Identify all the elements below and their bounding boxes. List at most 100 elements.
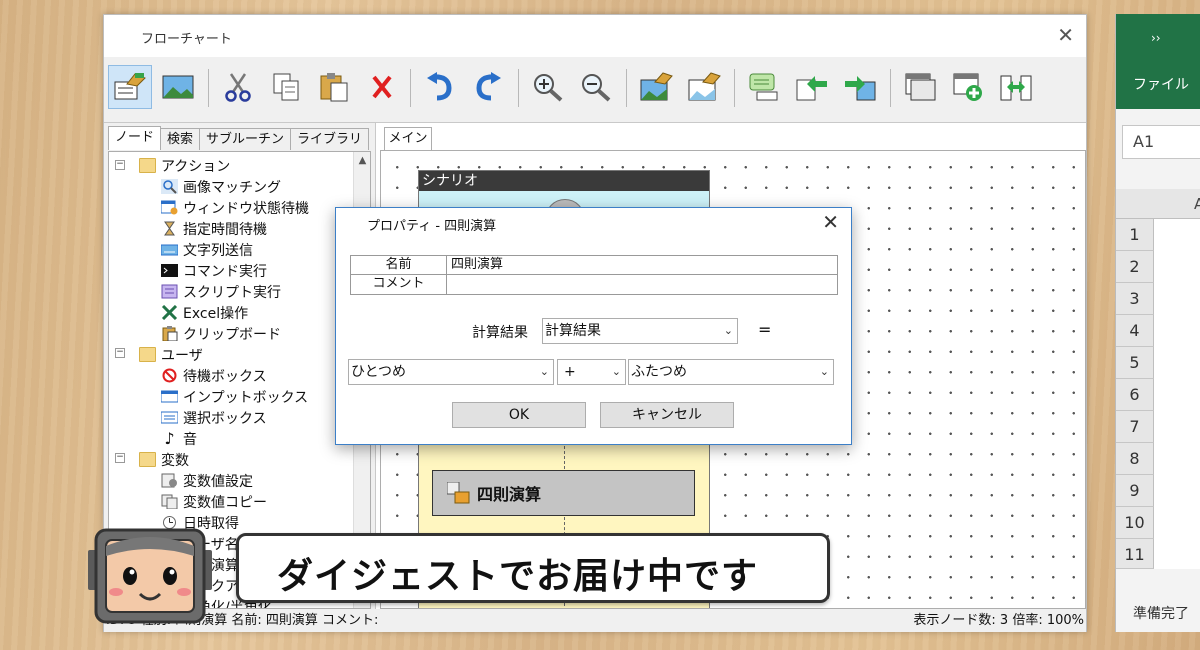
tab-library[interactable]: ライブラリ	[290, 128, 370, 150]
operand2-select[interactable]: ふたつめ ⌄	[628, 359, 834, 385]
namebox[interactable]: A1	[1122, 125, 1200, 159]
tree-item[interactable]: 変数値設定	[161, 470, 253, 491]
expand-icon[interactable]: ››	[1151, 31, 1161, 45]
tab-node[interactable]: ノード	[108, 126, 162, 150]
tree-item[interactable]: インプットボックス	[161, 386, 308, 407]
row-header[interactable]: 1	[1116, 219, 1154, 251]
row-header[interactable]: 9	[1116, 475, 1154, 507]
property-value[interactable]: 四則演算	[451, 256, 503, 274]
select-box-icon	[161, 411, 178, 424]
image-edit-button[interactable]	[682, 65, 726, 109]
zoom-out-icon	[582, 74, 611, 102]
row-header[interactable]: 4	[1116, 315, 1154, 347]
row-header[interactable]: 10	[1116, 507, 1154, 539]
formula-area: A1	[1116, 109, 1200, 189]
scroll-up-icon[interactable]: ▲	[354, 152, 370, 169]
tree-item[interactable]: スクリプト実行	[161, 281, 281, 302]
comment-icon	[749, 73, 778, 101]
import-button[interactable]	[790, 65, 834, 109]
tree-group-action[interactable]: アクション	[139, 155, 230, 176]
row-header[interactable]: 7	[1116, 411, 1154, 443]
sheet-grid[interactable]: A 1 2 3 4 5 6 7 8 9 10 11	[1116, 189, 1200, 569]
window-button[interactable]	[898, 65, 942, 109]
tree-item[interactable]: 文字列送信	[161, 239, 253, 260]
excel-ribbon: ›› ファイル	[1116, 14, 1200, 109]
tree-item-label: 画像マッチング	[183, 179, 281, 196]
cut-icon	[225, 73, 251, 102]
tree-item-label: ウィンドウ状態待機	[183, 200, 309, 217]
tree-group-label: アクション	[161, 158, 231, 175]
export-icon	[845, 76, 876, 101]
node-add-icon	[114, 73, 146, 100]
variable-copy-icon	[161, 494, 178, 509]
tree-group-user[interactable]: ユーザ	[139, 344, 203, 365]
tree-item[interactable]: 待機ボックス	[161, 365, 267, 386]
result-select[interactable]: 計算結果 ⌄	[542, 318, 738, 344]
collapse-icon[interactable]: −	[115, 348, 125, 358]
zoom-in-button[interactable]	[526, 65, 570, 109]
tree-item[interactable]: コマンド実行	[161, 260, 267, 281]
property-row-comment[interactable]: コメント	[351, 275, 837, 294]
operand1-value: ひとつめ	[351, 364, 407, 380]
operand1-select[interactable]: ひとつめ ⌄	[348, 359, 554, 385]
caption-text: ダイジェストでお届け中です	[277, 556, 759, 597]
tree-item[interactable]: 指定時間待機	[161, 218, 267, 239]
row-header[interactable]: 3	[1116, 283, 1154, 315]
chevron-down-icon: ⌄	[539, 365, 549, 378]
operator-select[interactable]: + ⌄	[557, 359, 626, 385]
picture-button[interactable]	[156, 65, 200, 109]
tree-item[interactable]: ウィンドウ状態待機	[161, 197, 309, 218]
swap-button[interactable]	[994, 65, 1038, 109]
node-add-button[interactable]	[108, 65, 152, 109]
zoom-out-button[interactable]	[574, 65, 618, 109]
column-a-label[interactable]: A	[1194, 195, 1200, 213]
caption-banner: ダイジェストでお届け中です	[236, 533, 830, 603]
scenario-header: シナリオ	[419, 171, 709, 191]
delete-button[interactable]	[360, 65, 404, 109]
tab-subroutine[interactable]: サブルーチン	[199, 128, 292, 150]
tree-item[interactable]: 選択ボックス	[161, 407, 267, 428]
close-icon[interactable]: ✕	[1057, 23, 1074, 47]
window-wait-icon	[161, 200, 178, 215]
cancel-button[interactable]: キャンセル	[600, 402, 734, 428]
tab-search[interactable]: 検索	[160, 128, 201, 150]
equals-label: =	[758, 320, 772, 339]
collapse-icon[interactable]: −	[115, 160, 125, 170]
copy-button[interactable]	[264, 65, 308, 109]
property-table: 名前 四則演算 コメント	[350, 255, 838, 295]
toolbar	[104, 57, 1086, 123]
row-header[interactable]: 8	[1116, 443, 1154, 475]
add-window-button[interactable]	[946, 65, 990, 109]
cut-button[interactable]	[216, 65, 260, 109]
close-icon[interactable]: ✕	[822, 210, 839, 234]
tree-item[interactable]: 変数値コピー	[161, 491, 267, 512]
row-header[interactable]: 2	[1116, 251, 1154, 283]
tab-main[interactable]: メイン	[384, 127, 432, 151]
tree-item[interactable]: 画像マッチング	[161, 176, 281, 197]
collapse-icon[interactable]: −	[115, 453, 125, 463]
file-tab[interactable]: ファイル	[1133, 74, 1189, 94]
tree-item[interactable]: クリップボード	[161, 323, 281, 344]
row-header[interactable]: 5	[1116, 347, 1154, 379]
export-button[interactable]	[838, 65, 882, 109]
window-icon	[905, 73, 936, 101]
comment-button[interactable]	[742, 65, 786, 109]
ok-button[interactable]: OK	[452, 402, 586, 428]
row-header[interactable]: 11	[1116, 539, 1154, 569]
tree-item-label: 音	[183, 431, 197, 448]
image-capture-button[interactable]	[634, 65, 678, 109]
redo-button[interactable]	[466, 65, 510, 109]
arithmetic-node[interactable]: 四則演算	[432, 470, 695, 516]
image-edit-icon	[688, 72, 721, 101]
paste-button[interactable]	[312, 65, 356, 109]
property-row-name[interactable]: 名前 四則演算	[351, 256, 837, 275]
row-header[interactable]: 6	[1116, 379, 1154, 411]
tree-item-label: コマンド実行	[183, 263, 267, 280]
left-tabs: ノード 検索 サブルーチン ライブラリ	[108, 126, 370, 150]
tree-item[interactable]: Excel操作	[161, 302, 248, 323]
picture-icon	[162, 75, 194, 99]
tree-item[interactable]: ♪ 音	[161, 428, 197, 449]
image-capture-icon	[640, 72, 673, 101]
undo-button[interactable]	[418, 65, 462, 109]
tree-group-variable[interactable]: 変数	[139, 449, 189, 470]
